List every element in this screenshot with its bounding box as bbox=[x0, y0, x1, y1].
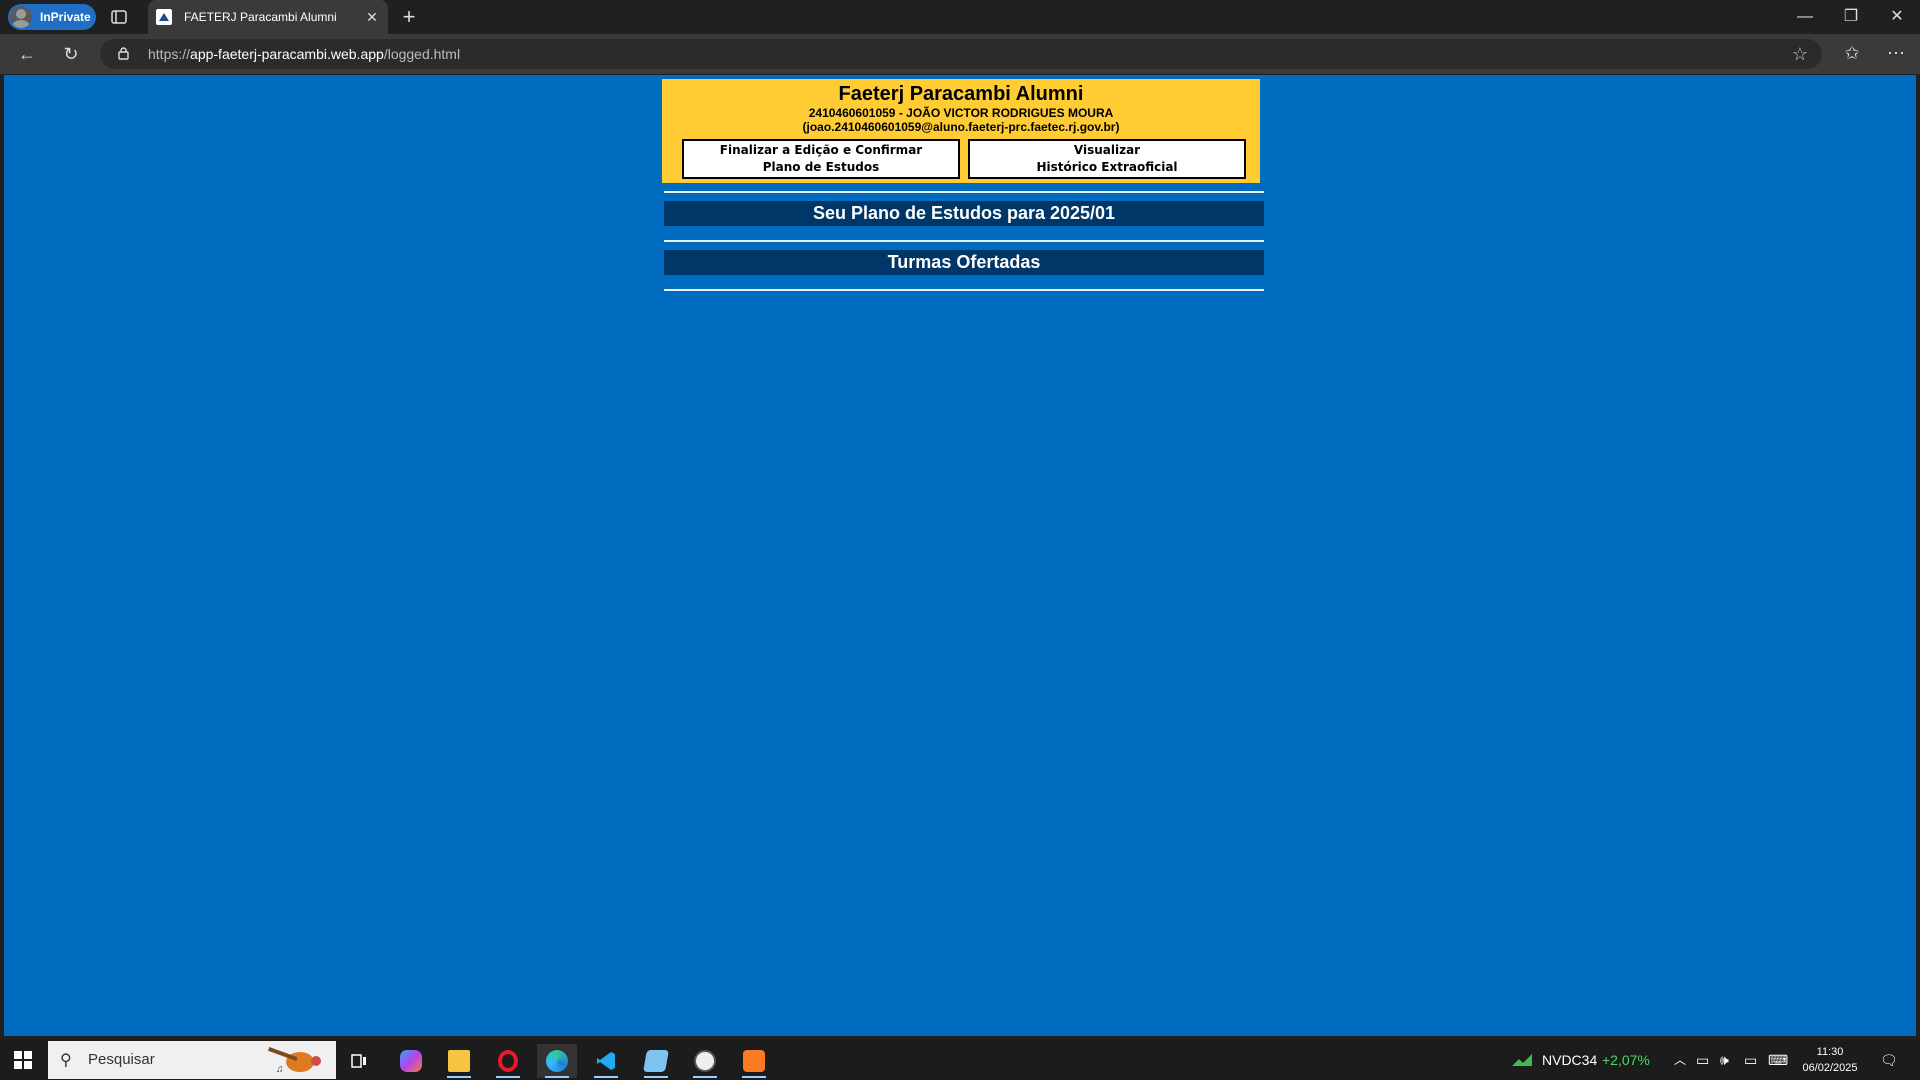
network-icon[interactable]: ▭ bbox=[1744, 1040, 1757, 1080]
edge-icon[interactable] bbox=[537, 1044, 577, 1078]
student-info: 2410460601059 - JOÃO VICTOR RODRIGUES MO… bbox=[808, 106, 1114, 120]
restore-icon[interactable]: ❐ bbox=[1828, 0, 1874, 34]
tab-favicon-icon bbox=[156, 9, 172, 25]
minimize-icon[interactable]: — bbox=[1782, 0, 1828, 34]
taskbar-search[interactable]: ⚲ Pesquisar ♫ bbox=[48, 1041, 336, 1079]
notepad-icon[interactable] bbox=[636, 1044, 676, 1078]
url-scheme: https:// bbox=[148, 46, 191, 62]
meet-now-icon[interactable]: ▭ bbox=[1696, 1040, 1709, 1080]
search-highlight-icon: ♫ bbox=[268, 1047, 321, 1075]
divider bbox=[664, 240, 1264, 242]
stock-symbol[interactable]: NVDC34 bbox=[1542, 1040, 1597, 1080]
clock-date: 06/02/2025 bbox=[1802, 1062, 1858, 1074]
tab-title: FAETERJ Paracambi Alumni bbox=[184, 10, 337, 24]
windows-start-icon[interactable] bbox=[14, 1051, 32, 1069]
inprivate-label: InPrivate bbox=[40, 10, 91, 24]
lock-icon bbox=[118, 47, 129, 60]
finalize-line2: Plano de Estudos bbox=[762, 160, 880, 174]
copilot-icon[interactable] bbox=[391, 1044, 431, 1078]
page-header: Faeterj Paracambi Alumni 2410460601059 -… bbox=[662, 79, 1260, 183]
finalize-plan-button[interactable]: Finalizar a Edição e Confirmar Plano de … bbox=[682, 139, 960, 179]
view-history-button[interactable]: Visualizar Histórico Extraoficial bbox=[968, 139, 1246, 179]
back-icon[interactable]: ← bbox=[16, 43, 38, 65]
stock-change: +2,07% bbox=[1602, 1052, 1650, 1068]
opera-icon[interactable] bbox=[488, 1044, 528, 1078]
vscode-icon[interactable] bbox=[586, 1044, 626, 1078]
xampp-icon[interactable] bbox=[734, 1044, 774, 1078]
keyboard-icon[interactable]: ⌨ bbox=[1768, 1040, 1788, 1080]
tab-actions-icon[interactable] bbox=[110, 8, 128, 26]
study-plan-heading[interactable]: Seu Plano de Estudos para 2025/01 bbox=[664, 201, 1264, 226]
finalize-line1: Finalizar a Edição e Confirmar bbox=[719, 143, 923, 157]
url-path: /logged.html bbox=[383, 46, 461, 62]
page-viewport: Faeterj Paracambi Alumni 2410460601059 -… bbox=[4, 75, 1916, 1036]
address-bar[interactable]: https://app-faeterj-paracambi.web.app/lo… bbox=[100, 39, 1822, 69]
new-tab-icon[interactable]: + bbox=[398, 6, 420, 28]
divider bbox=[664, 191, 1264, 193]
refresh-icon[interactable]: ↻ bbox=[60, 43, 82, 65]
svg-text:♫: ♫ bbox=[276, 1064, 284, 1075]
favorites-icon[interactable]: ✩ bbox=[1840, 43, 1864, 64]
student-email: (joao.2410460601059@aluno.faeterj-prc.fa… bbox=[802, 120, 1120, 134]
more-icon[interactable]: ⋯ bbox=[1884, 43, 1908, 64]
notifications-icon[interactable]: 🗨 bbox=[1880, 1040, 1898, 1080]
url-host: app-faeterj-paracambi.web.app bbox=[190, 46, 384, 62]
url-text: https://app-faeterj-paracambi.web.app/lo… bbox=[148, 46, 460, 62]
offered-classes-heading[interactable]: Turmas Ofertadas bbox=[664, 250, 1264, 275]
history-line1: Visualizar bbox=[1073, 143, 1141, 157]
header-buttons: Finalizar a Edição e Confirmar Plano de … bbox=[682, 139, 1246, 179]
file-explorer-icon[interactable] bbox=[439, 1044, 479, 1078]
inprivate-badge[interactable]: InPrivate bbox=[8, 4, 96, 30]
tab-active[interactable]: FAETERJ Paracambi Alumni ✕ bbox=[148, 0, 388, 34]
taskbar: ⚲ Pesquisar ♫ NVDC34 +2,07% ︿ ▭ 🕪 ▭ ⌨ 11… bbox=[0, 1040, 1920, 1080]
stock-chart-icon bbox=[1512, 1054, 1532, 1066]
search-icon: ⚲ bbox=[60, 1052, 72, 1069]
search-placeholder: Pesquisar bbox=[88, 1051, 155, 1068]
browser-toolbar: ← ↻ https://app-faeterj-paracambi.web.ap… bbox=[0, 34, 1920, 74]
taskbar-clock[interactable]: 11:30 06/02/2025 bbox=[1788, 1044, 1872, 1076]
tab-strip: InPrivate FAETERJ Paracambi Alumni ✕ + —… bbox=[0, 0, 1920, 34]
close-tab-icon[interactable]: ✕ bbox=[362, 9, 382, 26]
clock-time: 11:30 bbox=[1816, 1046, 1844, 1058]
task-view-icon[interactable] bbox=[339, 1044, 379, 1078]
clock-app-icon[interactable] bbox=[685, 1044, 725, 1078]
tray-chevron-icon[interactable]: ︿ bbox=[1674, 1040, 1686, 1080]
favorite-star-icon[interactable]: ☆ bbox=[1792, 44, 1808, 65]
window-close-icon[interactable]: ✕ bbox=[1874, 0, 1920, 34]
divider bbox=[664, 289, 1264, 291]
page-title: Faeterj Paracambi Alumni bbox=[838, 83, 1084, 105]
history-line2: Histórico Extraoficial bbox=[1036, 160, 1178, 174]
volume-icon[interactable]: 🕪 bbox=[1720, 1040, 1729, 1080]
inprivate-avatar-icon bbox=[10, 6, 32, 28]
